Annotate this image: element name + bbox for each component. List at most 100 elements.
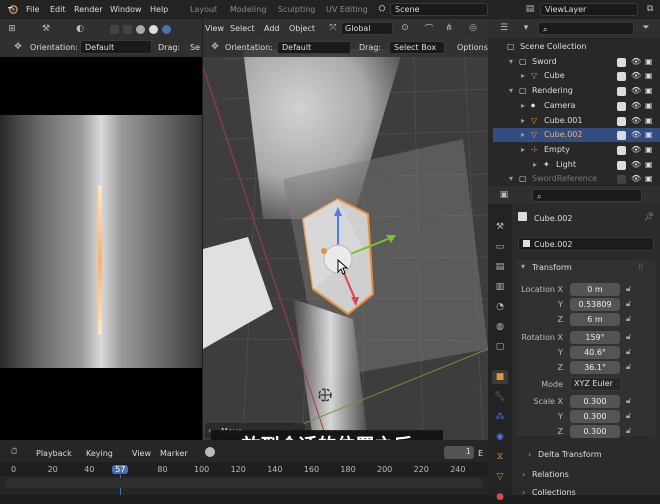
lock-icon[interactable]: 🔓︎ (626, 299, 631, 309)
exclude-checkbox[interactable] (617, 72, 626, 83)
3d-viewport[interactable]: View Select Add Object ⤧ Global ⊙ ⌒ ⋔ ◎ … (203, 19, 488, 440)
lock-icon[interactable]: 🔓︎ (626, 314, 631, 324)
lock-icon[interactable]: 🔓︎ (626, 284, 631, 294)
rotation-z-field[interactable]: 36.1° (570, 361, 620, 374)
location-x-field[interactable]: 0 m (570, 283, 620, 296)
render-camera-icon[interactable]: ▣ (645, 71, 653, 80)
pin-icon[interactable]: 📌︎ (644, 212, 654, 221)
visibility-eye-icon[interactable]: 👁︎ (631, 130, 641, 139)
filter-icon[interactable]: ⏷ (638, 21, 654, 35)
drag-value[interactable]: Se (190, 43, 200, 52)
display-mode-icon[interactable]: ▾ (518, 21, 534, 35)
render-camera-icon[interactable]: ▣ (645, 101, 653, 110)
exclude-checkbox[interactable] (617, 160, 626, 172)
snap-icon[interactable]: ⌒ (421, 21, 437, 35)
outliner-search-input[interactable]: ⌕ (538, 22, 634, 35)
menu-help[interactable]: Help (150, 5, 168, 14)
orientation-dropdown-2[interactable]: Default (277, 41, 351, 54)
pivot-icon[interactable]: ⊙ (397, 21, 413, 35)
overlay-toggle-icon[interactable]: ◐ (72, 22, 88, 36)
expand-arrow-icon[interactable]: ▸ (521, 101, 525, 110)
exclude-checkbox[interactable] (617, 57, 626, 69)
view-layer-selector[interactable]: ViewLayer (540, 3, 638, 16)
rotation-mode-dropdown[interactable]: XYZ Euler (570, 377, 622, 391)
expand-arrow-icon[interactable]: ▸ (521, 71, 525, 80)
properties-editor-icon[interactable]: ▣ (496, 188, 512, 202)
transform-collapse-icon[interactable]: ▾ (521, 262, 525, 271)
render-camera-icon[interactable]: ▣ (645, 116, 653, 125)
shading-buttons[interactable] (110, 25, 200, 35)
outliner-row[interactable]: ▸ ▽ Cube.001 👁︎ ▣ (493, 114, 660, 128)
physics-tab-icon[interactable]: ◉ (492, 430, 508, 444)
view-layer-tab-icon[interactable]: ▥ (492, 280, 508, 294)
tool-settings-icon[interactable]: ⚒ (38, 22, 54, 36)
object-tab-icon[interactable]: ■ (492, 370, 508, 384)
visibility-eye-icon[interactable]: 👁︎ (631, 71, 641, 80)
delta-transform-panel[interactable]: Delta Transform (538, 450, 602, 459)
render-camera-icon[interactable]: ▣ (645, 145, 653, 154)
current-frame-field[interactable]: 1 (444, 446, 474, 459)
lock-icon[interactable]: 🔓︎ (626, 411, 631, 421)
viewport-menu-select[interactable]: Select (230, 24, 255, 33)
timeline-scrollbar[interactable] (6, 478, 482, 488)
drag-handle-icon[interactable]: ⁞⁞ (638, 262, 643, 271)
playhead-frame[interactable]: 57 (112, 465, 129, 474)
expand-arrow-icon[interactable]: ▸ (521, 130, 525, 139)
scale-z-field[interactable]: 0.300 (570, 425, 620, 438)
blender-logo-icon[interactable] (4, 2, 20, 16)
world-tab-icon[interactable]: ◍ (492, 320, 508, 334)
view-layer-options-icon[interactable]: ⧉ (642, 2, 658, 16)
lock-icon[interactable]: 🔓︎ (626, 332, 631, 342)
workspace-tab-modeling[interactable]: Modeling (230, 5, 266, 14)
menu-render[interactable]: Render (74, 5, 102, 14)
editor-type-icon[interactable]: ⊞ (4, 22, 20, 36)
visibility-eye-icon[interactable]: 👁︎ (631, 145, 641, 154)
transform-title[interactable]: Transform (532, 263, 572, 272)
workspace-tab-uv-editing[interactable]: UV Editing (326, 5, 368, 14)
outliner-row[interactable]: ▾ ▢ Sword 👁︎ ▣ (493, 55, 660, 69)
render-camera-icon[interactable]: ▣ (645, 86, 653, 95)
delta-expand-icon[interactable]: › (528, 450, 531, 459)
relations-expand-icon[interactable]: › (522, 470, 525, 479)
exclude-checkbox[interactable] (617, 131, 626, 142)
outliner-row[interactable]: ▸ ▽ Cube 👁︎ ▣ (493, 69, 660, 83)
modifier-tab-icon[interactable]: 🔧︎ (492, 390, 508, 404)
constraints-tab-icon[interactable]: ⧖ (492, 450, 508, 464)
expand-arrow-icon[interactable]: ▾ (509, 57, 513, 66)
relations-panel[interactable]: Relations (532, 470, 569, 479)
expand-arrow-icon[interactable]: ▸ (533, 160, 537, 169)
location-y-field[interactable]: 0.53809 (570, 298, 620, 311)
outliner-row[interactable]: ▸ ⊹ Empty 👁︎ ▣ (493, 143, 660, 157)
material-tab-icon[interactable]: ● (492, 490, 508, 504)
drag-dropdown[interactable]: Select Box (389, 41, 445, 54)
lock-icon[interactable]: 🔓︎ (626, 347, 631, 357)
orientation-dropdown[interactable]: Default (80, 40, 152, 54)
viewport-menu-view[interactable]: View (205, 24, 224, 33)
timeline-menu-playback[interactable]: Playback (36, 449, 72, 458)
exclude-checkbox[interactable] (617, 175, 626, 186)
expand-arrow-icon[interactable]: ▾ (509, 174, 513, 183)
render-camera-icon[interactable]: ▣ (645, 57, 653, 66)
outliner-row[interactable]: ▾ ▢ Rendering 👁︎ ▣ (493, 84, 660, 98)
visibility-eye-icon[interactable]: 👁︎ (631, 174, 641, 183)
object-name-field[interactable]: Cube.002 (518, 237, 654, 251)
menu-edit[interactable]: Edit (50, 5, 66, 14)
menu-window[interactable]: Window (110, 5, 142, 14)
outliner-row[interactable]: ▸ ✦ Light 👁︎ ▣ (493, 158, 660, 172)
render-tab-icon[interactable]: ▭ (492, 240, 508, 254)
outliner-editor-icon[interactable]: ☰ (496, 21, 512, 35)
particles-tab-icon[interactable]: ⁂ (492, 410, 508, 424)
location-z-field[interactable]: 6 m (570, 313, 620, 326)
end-frame-label[interactable]: E (478, 449, 483, 458)
view-layer-icon[interactable]: ▤ (522, 2, 538, 16)
outliner-row[interactable]: ▸ ▽ Cube.002 👁︎ ▣ (493, 128, 660, 143)
record-icon[interactable] (205, 447, 215, 457)
exclude-checkbox[interactable] (617, 145, 626, 157)
scale-y-field[interactable]: 0.300 (570, 410, 620, 423)
exclude-checkbox[interactable] (617, 116, 626, 128)
exclude-checkbox[interactable] (617, 87, 626, 98)
outliner-row[interactable]: ▾ ▢ SwordReference 👁︎ ▣ (493, 172, 660, 186)
rotation-y-field[interactable]: 40.6° (570, 346, 620, 359)
transform-space-dropdown[interactable]: Global (341, 22, 393, 35)
visibility-eye-icon[interactable]: 👁︎ (631, 116, 641, 125)
